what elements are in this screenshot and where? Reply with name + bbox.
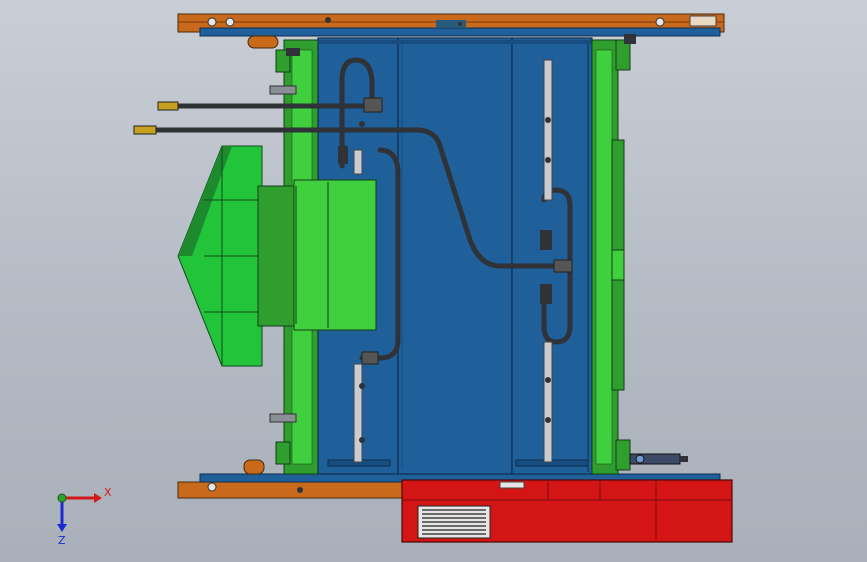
vent-grille-icon	[422, 509, 486, 535]
top-left-fitting	[286, 48, 300, 56]
cad-viewport[interactable]: X Z	[0, 0, 867, 562]
top-right-fitting	[624, 34, 636, 44]
mold-assembly-drawing[interactable]: X Z	[0, 0, 867, 562]
z-axis-label: Z	[58, 534, 66, 547]
orientation-triad: X Z	[57, 486, 112, 547]
y-axis-dot-icon	[57, 493, 67, 503]
side-connector[interactable]	[629, 453, 688, 465]
z-arrowhead-icon	[57, 524, 67, 532]
x-axis-label: X	[104, 486, 112, 499]
mold-plate-center[interactable]	[397, 37, 513, 475]
top-clamp-plate[interactable]	[177, 13, 725, 37]
hot-runner-controller-box[interactable]	[401, 479, 733, 543]
x-arrowhead-icon	[94, 493, 102, 503]
right-guide-block[interactable]	[591, 39, 631, 475]
